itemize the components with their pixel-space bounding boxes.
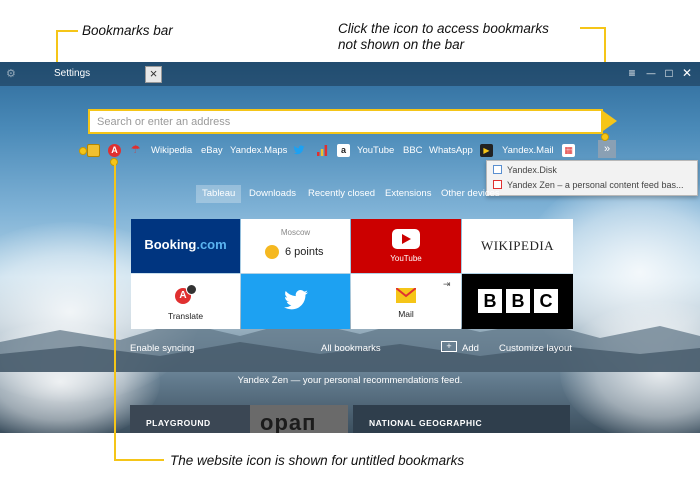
login-icon: ⇥	[443, 279, 451, 289]
card-title: PLAYGROUND	[146, 418, 211, 428]
callout-dot	[601, 133, 609, 141]
callout-line	[114, 459, 164, 461]
tile-booking[interactable]: Booking.com	[131, 219, 240, 273]
bbc-letter: B	[478, 289, 502, 313]
bookmark-yandex-maps[interactable]: Yandex.Maps	[230, 145, 287, 156]
play-icon[interactable]: ▶	[480, 144, 493, 157]
callout-dot	[79, 147, 87, 155]
booking-brand: Booking	[144, 237, 197, 252]
tab-recently-closed[interactable]: Recently closed	[308, 185, 375, 203]
bookmark-yandex-mail[interactable]: Yandex.Mail	[502, 145, 554, 156]
callout-line	[114, 160, 116, 460]
tile-mail[interactable]: ⇥ Mail	[351, 274, 461, 329]
background-mountains	[0, 318, 700, 372]
close-icon[interactable]: ✕	[681, 67, 693, 79]
tab-tableau[interactable]: Tableau	[196, 185, 242, 203]
address-bar	[88, 109, 603, 134]
maximize-icon[interactable]: □	[663, 67, 675, 79]
callout-access-bookmarks-line1: Click the icon to access bookmarks	[338, 21, 549, 36]
bookmark-ebay[interactable]: eBay	[201, 145, 223, 156]
card-title: NATIONAL GEOGRAPHIC	[369, 418, 483, 428]
search-input[interactable]	[90, 111, 601, 132]
folder-icon[interactable]	[87, 144, 100, 157]
tab-extensions[interactable]: Extensions	[385, 185, 431, 203]
dropdown-item-label: Yandex.Disk	[507, 165, 557, 175]
booking-suffix: .com	[196, 237, 227, 252]
enable-syncing-link[interactable]: Enable syncing	[130, 343, 194, 354]
dropdown-item[interactable]: Yandex.Disk	[493, 165, 693, 179]
wikipedia-logo: WIKIPEDIA	[480, 238, 555, 253]
signal-icon[interactable]	[316, 144, 328, 156]
feed-card-national-geographic[interactable]: NATIONAL GEOGRAPHIC	[353, 405, 570, 433]
callout-bookmarks-bar: Bookmarks bar	[82, 23, 173, 38]
tile-twitter[interactable]	[241, 274, 350, 329]
bookmark-whatsapp[interactable]: WhatsApp	[429, 145, 473, 156]
twitter-bird-icon	[284, 290, 308, 310]
tab-title: Settings	[54, 68, 91, 79]
menu-icon[interactable]: ≡	[626, 67, 638, 79]
callout-website-icon: The website icon is shown for untitled b…	[170, 453, 465, 468]
add-icon[interactable]: +	[441, 341, 457, 352]
dropdown-item-label: Yandex Zen – a personal content feed bas…	[507, 180, 684, 190]
yandex-disk-icon	[493, 165, 502, 174]
translate-icon[interactable]: A	[108, 144, 121, 157]
tile-weather[interactable]: Moscow 6 points	[241, 219, 350, 273]
all-bookmarks-link[interactable]: All bookmarks	[321, 343, 381, 354]
twitter-icon[interactable]	[293, 144, 305, 156]
youtube-label: YouTube	[390, 254, 422, 263]
add-link[interactable]: Add	[462, 343, 479, 354]
minimize-icon[interactable]: —	[645, 67, 657, 79]
tab-other-devices[interactable]: Other devices	[441, 185, 500, 203]
weather-value: 6 points	[285, 246, 324, 258]
callout-line	[580, 27, 605, 29]
mail-label: Mail	[398, 309, 414, 319]
search-arrow-icon	[603, 111, 617, 131]
callout-line	[56, 30, 78, 32]
youtube-play-icon	[392, 229, 420, 249]
bbc-letter: C	[534, 289, 558, 313]
callout-access-bookmarks-line2: not shown on the bar	[338, 37, 465, 52]
bbc-logo: B B C	[478, 289, 558, 313]
amazon-icon[interactable]: a	[337, 144, 350, 157]
feed-card-playground[interactable]: PLAYGROUND	[130, 405, 250, 433]
customize-layout-link[interactable]: Customize layout	[499, 343, 572, 354]
tab-settings[interactable]: Settings ×	[0, 62, 165, 86]
dropdown-item[interactable]: Yandex Zen – a personal content feed bas…	[493, 180, 693, 194]
weather-sun-icon	[265, 245, 279, 259]
browser-window: ⚙ Settings × ≡ — □ ✕ A ☂ Wikipedia eBay …	[0, 62, 700, 433]
bookmark-wikipedia[interactable]: Wikipedia	[151, 145, 192, 156]
bookmark-bbc[interactable]: BBC	[403, 145, 423, 156]
zen-feed-title: Yandex Zen — your personal recommendatio…	[237, 375, 463, 386]
bookmark-youtube[interactable]: YouTube	[357, 145, 394, 156]
feed-card-image[interactable]: орап	[250, 405, 348, 433]
bookmarks-overflow-menu: Yandex.Disk Yandex Zen – a personal cont…	[486, 160, 698, 196]
mail-envelope-icon	[396, 288, 416, 303]
more-bookmarks-button[interactable]: »	[598, 140, 616, 158]
tile-youtube[interactable]: YouTube	[351, 219, 461, 273]
card-image-text: орап	[260, 410, 317, 433]
tab-close-button[interactable]: ×	[145, 66, 162, 83]
tab-downloads[interactable]: Downloads	[249, 185, 296, 203]
bbc-letter: B	[506, 289, 530, 313]
umbrella-icon[interactable]: ☂	[129, 144, 142, 157]
weather-city: Moscow	[280, 228, 311, 237]
calendar-icon[interactable]: ▦	[562, 144, 575, 157]
tile-wikipedia[interactable]: WIKIPEDIA	[462, 219, 573, 273]
translate-overlay-icon	[186, 284, 197, 295]
booking-logo: Booking.com	[131, 237, 240, 252]
tile-bbc[interactable]: B B C	[462, 274, 573, 329]
tile-translate[interactable]: A Translate	[131, 274, 240, 329]
title-bar: ⚙ Settings × ≡ — □ ✕	[0, 62, 700, 86]
translate-label: Translate	[167, 311, 204, 321]
